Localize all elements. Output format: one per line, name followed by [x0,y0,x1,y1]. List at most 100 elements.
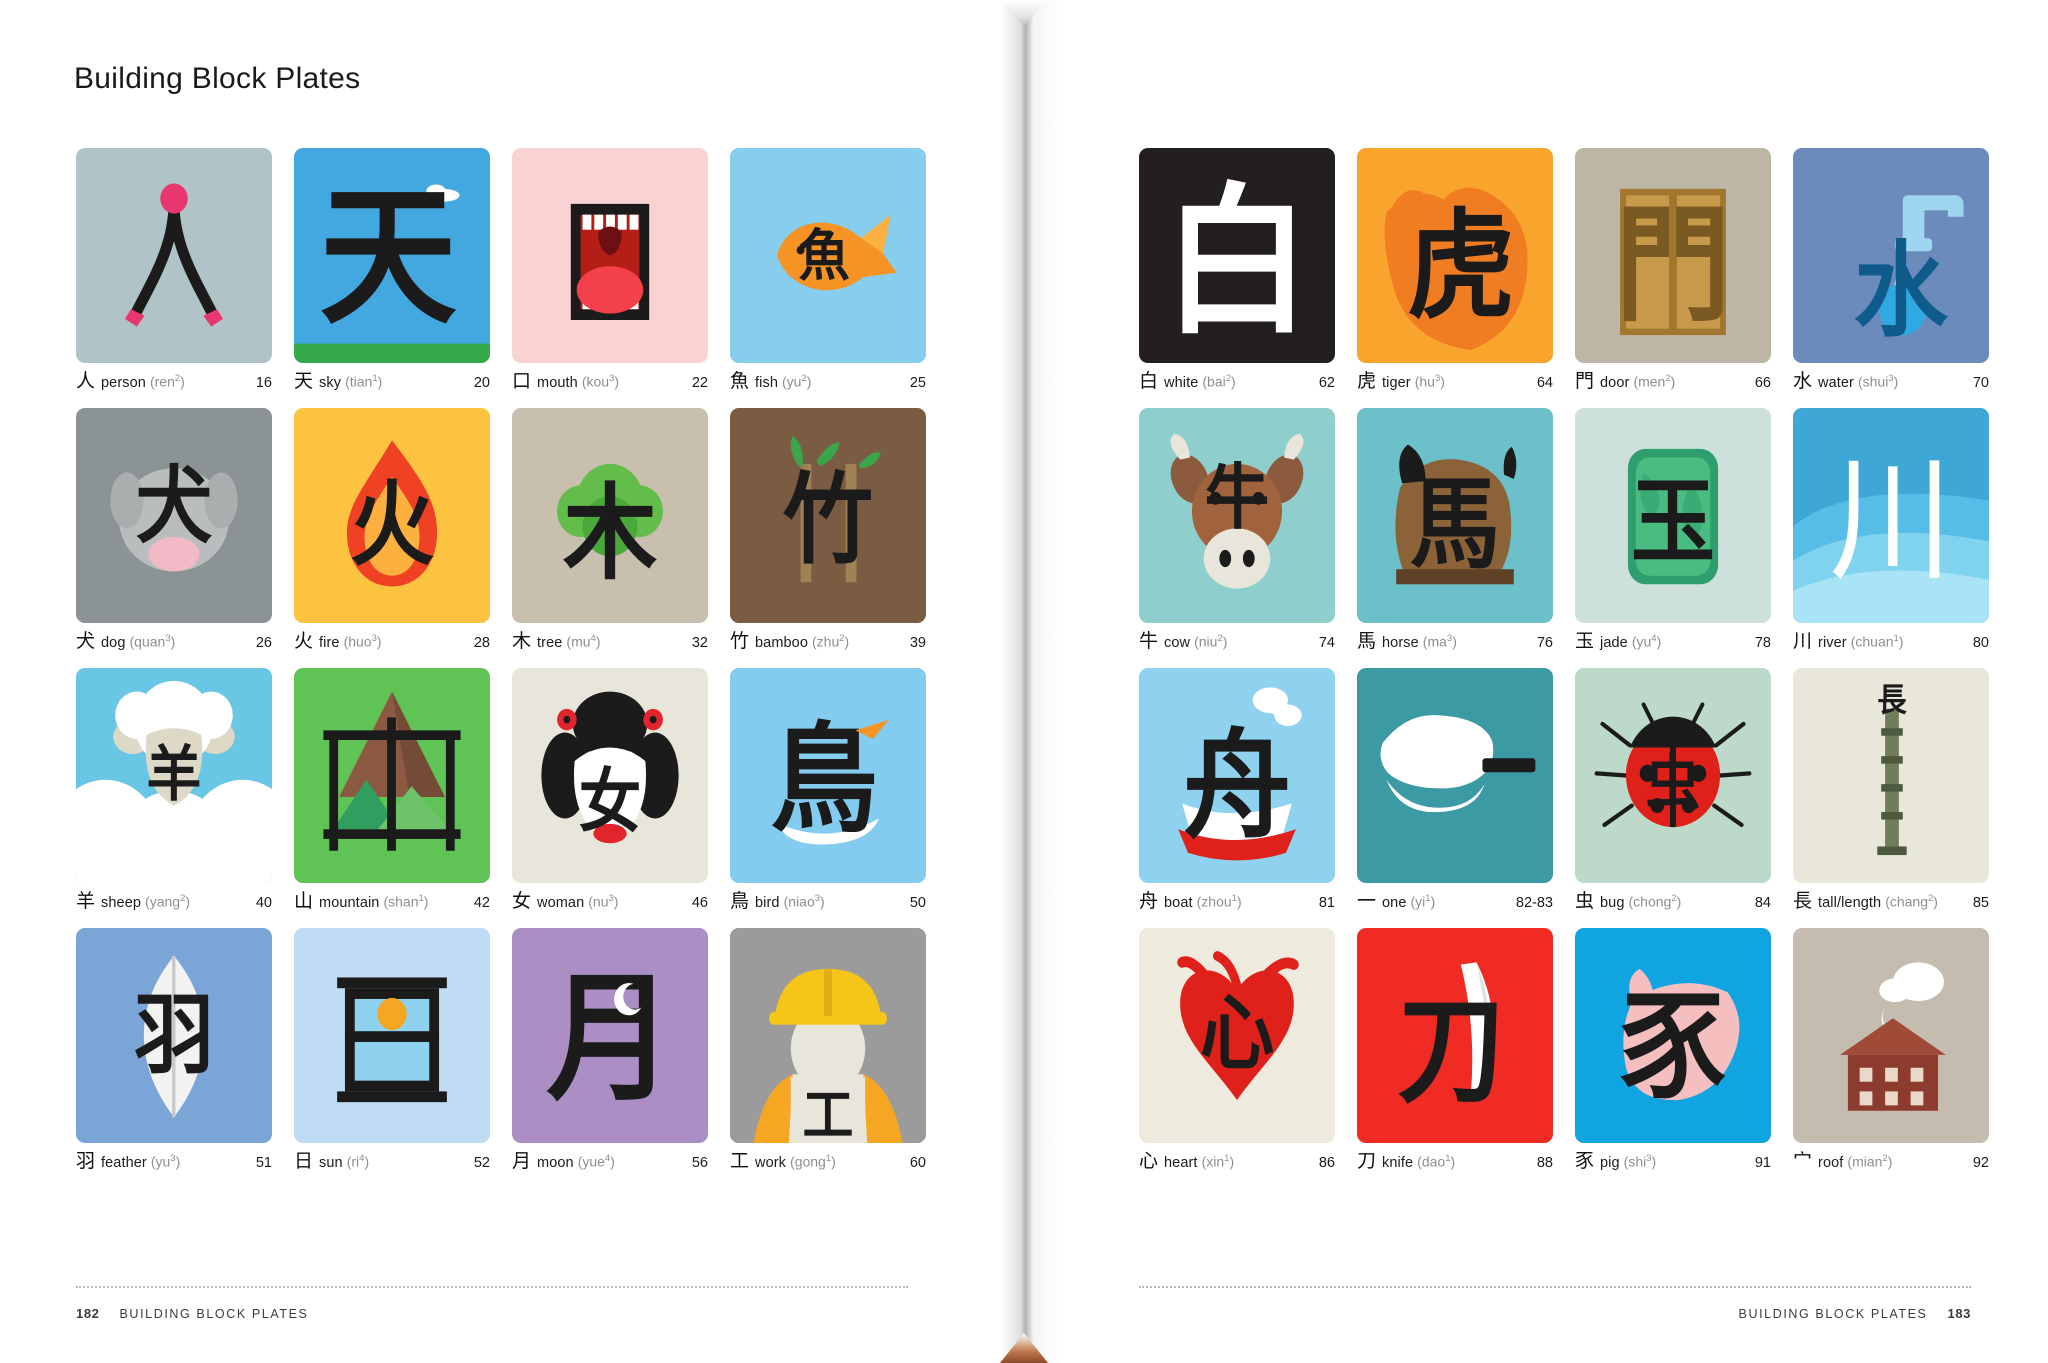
plate-gloss: mouth [537,375,578,391]
plate-character: 日 [294,1150,314,1172]
plate-gloss: bird [755,895,780,911]
plate-page-number: 64 [1536,375,1553,391]
svg-text:虎: 虎 [1407,197,1515,335]
plate-page-number: 81 [1318,895,1335,911]
plate-page-number: 84 [1754,895,1771,911]
door-tile: 門 [1575,148,1771,363]
running-head-left: BUILDING BLOCK PLATES [119,1306,309,1321]
plate-cell: 口 mouth (kou3) 22 [512,148,708,391]
plate-caption: 犬 dog (quan3) 26 [76,632,272,652]
plate-character: 月 [512,1150,532,1172]
plate-pinyin: (mu4) [566,633,601,650]
plate-caption: 女 woman (nu3) 46 [512,890,708,912]
svg-text:刀: 刀 [1397,982,1505,1120]
plate-page-number: 16 [255,375,272,391]
plate-gloss: one [1382,895,1407,911]
plate-gloss: knife [1382,1155,1414,1171]
sun-tile [294,928,490,1143]
plate-cell: 日 sun (ri4) 52 [294,928,490,1171]
plate-character: 心 [1139,1150,1159,1172]
svg-text:月: 月 [546,958,673,1121]
plate-pinyin: (yue4) [577,1153,615,1170]
sky-tile: 天 [294,148,490,363]
plate-page-number: 20 [473,375,490,391]
plate-gloss: moon [537,1155,574,1171]
plate-cell: 山 mountain (shan1) 42 [294,668,490,911]
plate-gloss: cow [1164,635,1191,651]
plate-page-number: 26 [255,635,272,651]
plate-pinyin: (mian2) [1847,1153,1893,1170]
plate-pinyin: (dao1) [1417,1153,1456,1170]
plate-character: 女 [512,890,532,912]
sheep-tile: 羊 [76,668,272,883]
plate-cell: 牛牛 cow (niu2) 74 [1139,408,1335,651]
plate-character: 山 [294,890,314,912]
plate-cell: 火火 fire (huo3) 28 [294,408,490,651]
svg-text:長: 長 [1877,682,1907,720]
plate-gloss: water [1818,375,1854,391]
plate-pinyin: (ri4) [346,1153,370,1170]
work-tile: 工 [730,928,926,1143]
plate-pinyin: (tian1) [345,373,383,390]
plate-caption: 牛 cow (niu2) 74 [1139,632,1335,652]
plate-caption: 門 door (men2) 66 [1575,372,1771,392]
plate-cell: 犬犬 dog (quan3) 26 [76,408,272,651]
plate-character: 火 [294,630,314,652]
plate-gloss: heart [1164,1155,1198,1171]
plate-pinyin: (hu3) [1414,373,1445,390]
plate-caption: 玉 jade (yu4) 78 [1575,632,1771,652]
bird-tile: 鳥 [730,668,926,883]
svg-text:工: 工 [803,1082,854,1143]
plate-caption: 鳥 bird (niao3) 50 [730,892,926,912]
dog-tile: 犬 [76,408,272,623]
plate-pinyin: (chuan1) [1850,633,1904,650]
fire-tile: 火 [294,408,490,623]
person-tile [76,148,272,363]
jade-tile: 玉 [1575,408,1771,623]
plate-caption: 木 tree (mu4) 32 [512,632,708,652]
plate-cell: 舟舟 boat (zhou1) 81 [1139,668,1335,911]
plate-caption: 長 tall/length (chang2) 85 [1793,892,1989,912]
plate-caption: 舟 boat (zhou1) 81 [1139,890,1335,912]
plate-gloss: person [101,375,146,391]
plate-character: 天 [294,370,314,392]
plate-gloss: sheep [101,895,142,911]
plate-page-number: 62 [1318,375,1335,391]
plate-page-number: 86 [1318,1155,1335,1171]
mouth-tile [512,148,708,363]
plate-pinyin: (yu2) [781,373,812,390]
footer-left: 182 BUILDING BLOCK PLATES [76,1306,308,1321]
plate-pinyin: (chong2) [1628,893,1682,910]
plate-page-number: 76 [1536,635,1553,651]
plate-pinyin: (niao3) [783,893,825,910]
plate-page-number: 50 [909,895,926,911]
plate-cell: 心心 heart (xin1) 86 [1139,928,1335,1171]
plate-pinyin: (chang2) [1885,893,1938,910]
plate-pinyin: (yu3) [150,1153,181,1170]
plate-cell: 水水 water (shui3) 70 [1793,148,1989,391]
plate-cell: 門門 door (men2) 66 [1575,148,1771,391]
plate-page-number: 25 [909,375,926,391]
one-tile [1357,668,1553,883]
plate-gloss: fish [755,375,778,391]
svg-text:心: 心 [1200,986,1274,1081]
plate-character: 豕 [1575,1150,1595,1172]
svg-text:舟: 舟 [1183,717,1291,855]
left-page: Building Block Plates 人 person (ren2) 16 天天… [0,0,1024,1363]
plate-character: 羊 [76,890,96,912]
plate-caption: 一 one (yi1) 82-83 [1357,892,1553,912]
plate-character: 舟 [1139,890,1159,912]
fish-tile: 魚 [730,148,926,363]
plate-caption: 白 white (bai2) 62 [1139,372,1335,392]
plate-page-number: 39 [909,635,926,651]
plate-pinyin: (bai2) [1202,373,1236,390]
plate-gloss: door [1600,375,1630,391]
plate-gloss: woman [537,895,585,911]
plate-character: 虫 [1575,890,1595,912]
plate-page-number: 32 [691,635,708,651]
plate-pinyin: (quan3) [129,633,176,650]
plate-page-number: 51 [255,1155,272,1171]
plate-gloss: mountain [319,895,380,911]
plate-caption: 羽 feather (yu3) 51 [76,1152,272,1172]
folio-right: 183 [1947,1306,1971,1321]
